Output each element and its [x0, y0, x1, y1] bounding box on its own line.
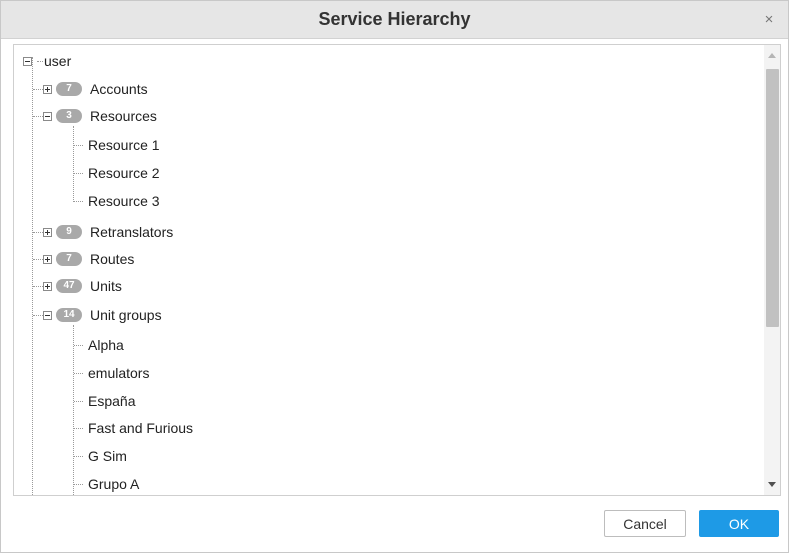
vertical-scrollbar[interactable]: [764, 45, 780, 495]
tree-leaf-unit-group[interactable]: G Sim: [88, 445, 127, 467]
tree-leaf-label: Fast and Furious: [88, 420, 194, 436]
tree-connector: [74, 345, 83, 346]
collapse-icon[interactable]: [43, 111, 52, 121]
count-badge: 3: [56, 109, 82, 123]
tree-connector: [74, 428, 83, 429]
tree-node-label: Unit groups: [90, 307, 162, 323]
tree-leaf-unit-group[interactable]: emulators: [88, 362, 149, 384]
tree-node-label: Accounts: [90, 81, 148, 97]
dialog-title: Service Hierarchy: [318, 9, 471, 29]
tree-connector: [74, 456, 83, 457]
scroll-up-icon[interactable]: [768, 53, 776, 58]
tree-view: user 7 Accounts 3 Resources Resource 1 R…: [14, 45, 764, 495]
tree-leaf-unit-group[interactable]: Alpha: [88, 334, 124, 356]
tree-node-label: Retranslators: [90, 224, 174, 240]
tree-leaf-label: Resource 3: [88, 193, 160, 209]
tree-connector: [74, 145, 83, 146]
tree-connector: [32, 57, 33, 495]
tree-node-unit-groups[interactable]: 14 Unit groups: [43, 304, 162, 326]
tree-panel: user 7 Accounts 3 Resources Resource 1 R…: [13, 44, 781, 496]
tree-node-routes[interactable]: 7 Routes: [43, 248, 134, 270]
tree-node-retranslators[interactable]: 9 Retranslators: [43, 221, 173, 243]
tree-connector: [33, 116, 43, 117]
tree-leaf-label: emulators: [88, 365, 150, 381]
tree-node-label: Units: [90, 278, 122, 294]
tree-leaf-unit-group[interactable]: Grupo A: [88, 473, 139, 495]
tree-node-accounts[interactable]: 7 Accounts: [43, 78, 148, 100]
tree-connector: [73, 126, 74, 202]
tree-leaf-resource[interactable]: Resource 2: [88, 162, 160, 184]
scrollbar-thumb[interactable]: [766, 69, 779, 327]
tree-leaf-label: Alpha: [88, 337, 124, 353]
collapse-icon[interactable]: [43, 310, 52, 320]
tree-leaf-label: España: [88, 393, 136, 409]
tree-leaf-label: Resource 2: [88, 165, 160, 181]
tree-leaf-unit-group[interactable]: España: [88, 390, 135, 412]
tree-connector: [74, 484, 83, 485]
service-hierarchy-dialog: Service Hierarchy × user 7 Accounts 3 Re…: [0, 0, 789, 553]
expand-icon[interactable]: [43, 227, 52, 237]
ok-button[interactable]: OK: [699, 510, 779, 537]
tree-node-resources[interactable]: 3 Resources: [43, 105, 157, 127]
tree-leaf-label: G Sim: [88, 448, 127, 464]
count-badge: 47: [56, 279, 82, 293]
tree-connector: [74, 373, 83, 374]
count-badge: 9: [56, 225, 82, 239]
tree-connector: [33, 232, 43, 233]
tree-node-label: user: [44, 53, 72, 69]
count-badge: 7: [56, 252, 82, 266]
tree-node-label: Routes: [90, 251, 135, 267]
tree-connector: [33, 286, 43, 287]
count-badge: 7: [56, 82, 82, 96]
tree-node-user[interactable]: user: [23, 50, 71, 72]
tree-leaf-resource[interactable]: Resource 3: [88, 190, 160, 212]
tree-leaf-label: Resource 1: [88, 137, 160, 153]
count-badge: 14: [56, 308, 82, 322]
expand-icon[interactable]: [43, 281, 52, 291]
tree-connector: [74, 401, 83, 402]
tree-leaf-resource[interactable]: Resource 1: [88, 134, 160, 156]
tree-connector: [74, 201, 83, 202]
tree-leaf-label: Grupo A: [88, 476, 140, 492]
expand-icon[interactable]: [43, 84, 52, 94]
tree-connector: [33, 315, 43, 316]
scroll-down-icon[interactable]: [768, 482, 776, 487]
tree-connector: [33, 259, 43, 260]
expand-icon[interactable]: [43, 254, 52, 264]
tree-node-label: Resources: [90, 108, 157, 124]
tree-node-units[interactable]: 47 Units: [43, 275, 122, 297]
collapse-icon[interactable]: [23, 56, 32, 66]
tree-connector: [73, 325, 74, 495]
dialog-titlebar[interactable]: Service Hierarchy ×: [1, 1, 788, 39]
close-icon[interactable]: ×: [762, 12, 776, 27]
tree-leaf-unit-group[interactable]: Fast and Furious: [88, 417, 193, 439]
tree-connector: [33, 89, 43, 90]
tree-connector: [74, 173, 83, 174]
cancel-button[interactable]: Cancel: [604, 510, 686, 537]
